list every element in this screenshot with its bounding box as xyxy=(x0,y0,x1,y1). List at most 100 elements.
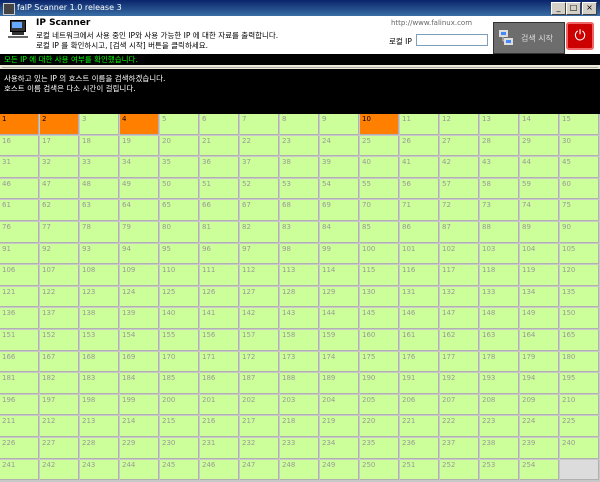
ip-cell[interactable]: 198 xyxy=(80,394,119,416)
ip-cell[interactable]: 114 xyxy=(320,265,359,286)
ip-cell[interactable]: 71 xyxy=(400,200,439,221)
ip-cell[interactable]: 172 xyxy=(240,351,279,373)
ip-cell[interactable]: 200 xyxy=(160,394,199,416)
ip-cell[interactable]: 254 xyxy=(520,459,559,481)
ip-cell[interactable]: 94 xyxy=(120,243,159,265)
ip-cell[interactable]: 68 xyxy=(280,200,319,221)
ip-cell[interactable]: 230 xyxy=(160,438,199,459)
ip-cell[interactable]: 128 xyxy=(280,286,319,308)
ip-cell[interactable]: 73 xyxy=(480,200,519,221)
ip-cell[interactable]: 184 xyxy=(120,373,159,394)
ip-cell[interactable]: 224 xyxy=(520,416,559,437)
ip-cell[interactable]: 210 xyxy=(560,394,599,416)
ip-cell[interactable]: 75 xyxy=(560,200,599,221)
ip-cell[interactable]: 76 xyxy=(0,222,39,243)
ip-cell[interactable]: 146 xyxy=(400,308,439,329)
ip-cell[interactable]: 177 xyxy=(440,351,479,373)
ip-cell[interactable]: 229 xyxy=(120,438,159,459)
ip-cell[interactable]: 185 xyxy=(160,373,199,394)
ip-cell[interactable]: 195 xyxy=(560,373,599,394)
ip-cell[interactable]: 199 xyxy=(120,394,159,416)
ip-cell[interactable]: 253 xyxy=(480,459,519,481)
ip-cell[interactable]: 91 xyxy=(0,243,39,265)
ip-cell[interactable]: 205 xyxy=(360,394,399,416)
ip-cell[interactable]: 222 xyxy=(440,416,479,437)
ip-cell[interactable]: 138 xyxy=(80,308,119,329)
ip-cell[interactable]: 102 xyxy=(440,243,479,265)
ip-cell[interactable]: 213 xyxy=(80,416,119,437)
ip-cell[interactable]: 235 xyxy=(360,438,399,459)
ip-cell[interactable]: 170 xyxy=(160,351,199,373)
ip-cell[interactable]: 41 xyxy=(400,157,439,178)
ip-cell[interactable]: 233 xyxy=(280,438,319,459)
ip-cell[interactable]: 89 xyxy=(520,222,559,243)
ip-cell[interactable]: 207 xyxy=(440,394,479,416)
ip-cell[interactable]: 27 xyxy=(440,135,479,157)
ip-cell[interactable]: 116 xyxy=(400,265,439,286)
ip-cell[interactable]: 132 xyxy=(440,286,479,308)
ip-cell[interactable]: 97 xyxy=(240,243,279,265)
ip-cell[interactable]: 60 xyxy=(560,178,599,200)
ip-cell[interactable]: 55 xyxy=(360,178,399,200)
ip-cell[interactable]: 40 xyxy=(360,157,399,178)
ip-cell[interactable]: 134 xyxy=(520,286,559,308)
ip-cell[interactable]: 95 xyxy=(160,243,199,265)
ip-cell[interactable]: 121 xyxy=(0,286,39,308)
ip-cell[interactable]: 5 xyxy=(160,114,199,135)
ip-cell[interactable]: 35 xyxy=(160,157,199,178)
power-button[interactable]: ⏻ xyxy=(566,22,594,50)
ip-cell[interactable]: 51 xyxy=(200,178,239,200)
ip-cell[interactable]: 110 xyxy=(160,265,199,286)
ip-cell[interactable]: 101 xyxy=(400,243,439,265)
ip-cell[interactable]: 147 xyxy=(440,308,479,329)
ip-cell[interactable]: 153 xyxy=(80,330,119,351)
ip-cell[interactable]: 152 xyxy=(40,330,79,351)
ip-cell[interactable]: 88 xyxy=(480,222,519,243)
ip-cell[interactable]: 159 xyxy=(320,330,359,351)
ip-cell[interactable]: 111 xyxy=(200,265,239,286)
ip-cell[interactable]: 79 xyxy=(120,222,159,243)
ip-cell[interactable]: 6 xyxy=(200,114,239,135)
ip-cell[interactable]: 164 xyxy=(520,330,559,351)
ip-cell[interactable]: 168 xyxy=(80,351,119,373)
ip-cell[interactable]: 92 xyxy=(40,243,79,265)
ip-cell[interactable]: 4 xyxy=(120,114,159,135)
ip-cell[interactable]: 119 xyxy=(520,265,559,286)
ip-cell[interactable]: 180 xyxy=(560,351,599,373)
ip-cell[interactable]: 23 xyxy=(280,135,319,157)
ip-cell[interactable]: 54 xyxy=(320,178,359,200)
ip-cell[interactable]: 67 xyxy=(240,200,279,221)
ip-cell[interactable]: 214 xyxy=(120,416,159,437)
ip-cell[interactable]: 245 xyxy=(160,459,199,481)
ip-cell[interactable]: 10 xyxy=(360,114,399,135)
ip-cell[interactable]: 220 xyxy=(360,416,399,437)
ip-cell[interactable]: 22 xyxy=(240,135,279,157)
ip-cell[interactable]: 112 xyxy=(240,265,279,286)
ip-cell[interactable]: 29 xyxy=(520,135,559,157)
ip-cell[interactable]: 173 xyxy=(280,351,319,373)
ip-cell[interactable]: 81 xyxy=(200,222,239,243)
ip-cell[interactable]: 70 xyxy=(360,200,399,221)
ip-cell[interactable]: 11 xyxy=(400,114,439,135)
ip-cell[interactable]: 21 xyxy=(200,135,239,157)
ip-cell[interactable]: 194 xyxy=(520,373,559,394)
ip-cell[interactable]: 242 xyxy=(40,459,79,481)
ip-cell[interactable]: 163 xyxy=(480,330,519,351)
ip-cell[interactable]: 202 xyxy=(240,394,279,416)
website-link[interactable]: http://www.falinux.com xyxy=(391,19,472,27)
ip-cell[interactable]: 192 xyxy=(440,373,479,394)
ip-cell[interactable]: 30 xyxy=(560,135,599,157)
ip-cell[interactable]: 19 xyxy=(120,135,159,157)
ip-cell[interactable]: 182 xyxy=(40,373,79,394)
ip-cell[interactable]: 208 xyxy=(480,394,519,416)
ip-cell[interactable]: 241 xyxy=(0,459,39,481)
ip-cell[interactable]: 44 xyxy=(520,157,559,178)
ip-cell[interactable]: 247 xyxy=(240,459,279,481)
ip-cell[interactable]: 211 xyxy=(0,416,39,437)
ip-cell[interactable]: 196 xyxy=(0,394,39,416)
ip-cell[interactable]: 157 xyxy=(240,330,279,351)
close-button[interactable]: × xyxy=(582,2,597,15)
ip-cell[interactable]: 16 xyxy=(0,135,39,157)
ip-cell[interactable]: 223 xyxy=(480,416,519,437)
scan-start-button[interactable]: 검색 시작 xyxy=(493,22,565,54)
